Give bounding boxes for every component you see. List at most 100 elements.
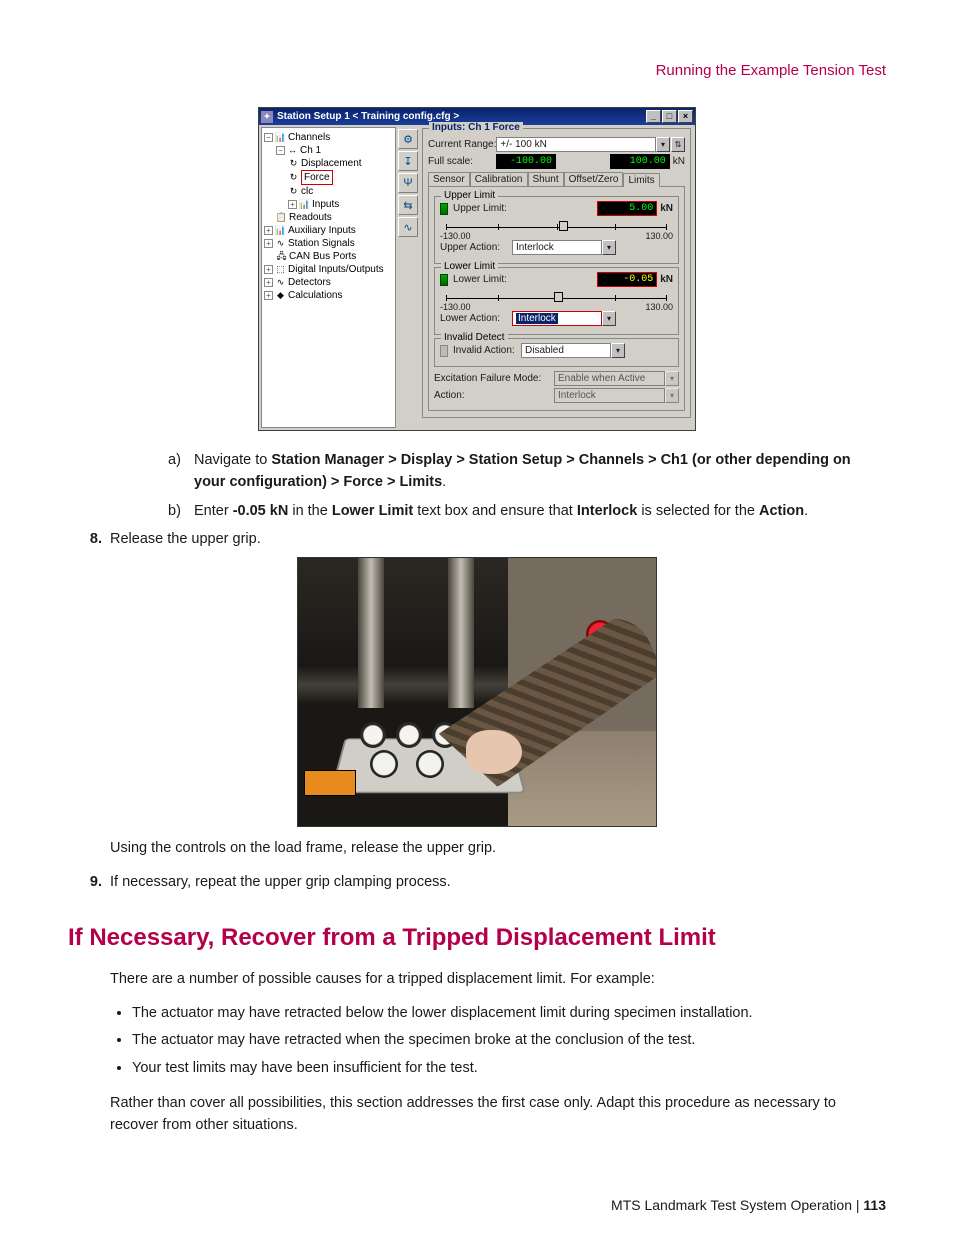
action-value: Interlock — [554, 388, 665, 403]
upper-limit-legend: Upper Limit — [441, 190, 498, 201]
step-8: 8. Release the upper grip. — [110, 528, 886, 550]
tree-stationsignals[interactable]: Station Signals — [288, 237, 355, 250]
range-dropdown-button[interactable]: ▾ — [656, 137, 670, 152]
tabs: Sensor Calibration Shunt Offset/Zero Lim… — [428, 172, 685, 186]
step-8-caption: Using the controls on the load frame, re… — [110, 837, 886, 859]
cause-3: Your test limits may have been insuffici… — [132, 1057, 886, 1080]
expand-icon[interactable]: − — [264, 133, 273, 142]
upper-action-dropdown-button[interactable]: ▾ — [602, 240, 616, 255]
t: Action — [759, 503, 804, 519]
minimize-button[interactable]: _ — [646, 110, 661, 123]
expand-icon[interactable]: + — [264, 278, 273, 287]
expand-icon[interactable]: − — [276, 146, 285, 155]
current-range-field[interactable]: +/- 100 kN — [496, 137, 656, 152]
expand-icon[interactable]: + — [288, 200, 297, 209]
expand-icon[interactable]: + — [264, 291, 273, 300]
tree-digital[interactable]: Digital Inputs/Outputs — [288, 263, 384, 276]
substep-a-text: Navigate to — [194, 452, 271, 468]
invalid-indicator-icon — [440, 345, 448, 357]
invalid-action-label: Invalid Action: — [453, 345, 521, 356]
lower-limit-value[interactable]: -0.05 — [597, 272, 657, 287]
upper-limit-label: Upper Limit: — [453, 203, 521, 214]
upper-limit-slider[interactable]: -130.00 130.00 — [440, 218, 673, 238]
tool-button-2[interactable]: ↧ — [398, 151, 418, 171]
excitation-value: Enable when Active — [554, 371, 665, 386]
tool-button-1[interactable]: ⚙ — [398, 129, 418, 149]
tab-calibration[interactable]: Calibration — [470, 172, 528, 186]
expand-icon[interactable]: + — [264, 226, 273, 235]
lower-limit-unit: kN — [660, 274, 673, 285]
step-8-text: Release the upper grip. — [110, 528, 261, 550]
tree-readouts[interactable]: Readouts — [289, 211, 332, 224]
step-9-text: If necessary, repeat the upper grip clam… — [110, 871, 451, 893]
step-8-number: 8. — [86, 528, 110, 550]
substep-a-suffix: . — [442, 474, 446, 490]
lower-limit-slider[interactable]: -130.00 130.00 — [440, 289, 673, 309]
upper-limit-unit: kN — [660, 203, 673, 214]
fullscale-unit: kN — [673, 156, 685, 167]
lower-action-dropdown-button[interactable]: ▾ — [602, 311, 616, 326]
upper-slider-min: -130.00 — [440, 231, 471, 241]
footer-text: MTS Landmark Test System Operation | — [611, 1197, 863, 1213]
substep-a-marker: a) — [168, 449, 194, 494]
tree-canbus[interactable]: CAN Bus Ports — [289, 250, 356, 263]
action-label: Action: — [434, 390, 554, 401]
lower-slider-max: 130.00 — [645, 302, 673, 312]
page-footer: MTS Landmark Test System Operation | 113 — [68, 1197, 886, 1213]
lower-action-label: Lower Action: — [440, 313, 512, 324]
close-button[interactable]: × — [678, 110, 693, 123]
readouts-icon: 📋 — [276, 212, 287, 223]
tab-offset[interactable]: Offset/Zero — [564, 172, 624, 186]
detectors-icon: ∿ — [275, 277, 286, 288]
t: Enter — [194, 503, 233, 519]
upper-action-select[interactable]: Interlock — [512, 240, 602, 255]
tree-clc[interactable]: clc — [301, 185, 313, 198]
cause-2: The actuator may have retracted when the… — [132, 1029, 886, 1052]
excitation-dropdown-button: ▾ — [665, 371, 679, 386]
t: text box and ensure that — [413, 503, 577, 519]
inputs-icon: 📊 — [299, 199, 310, 210]
tab-shunt[interactable]: Shunt — [528, 172, 564, 186]
lower-limit-label: Lower Limit: — [453, 274, 521, 285]
step-9: 9. If necessary, repeat the upper grip c… — [110, 871, 886, 893]
page-number: 113 — [863, 1197, 886, 1213]
station-setup-window: ✦ Station Setup 1 < Training config.cfg … — [258, 107, 696, 431]
tool-button-3[interactable]: Ψ — [398, 173, 418, 193]
invalid-action-select[interactable]: Disabled — [521, 343, 611, 358]
tree-inputs[interactable]: Inputs — [312, 198, 339, 211]
signal-icon: ↻ — [288, 172, 299, 183]
upper-limit-value[interactable]: 5.00 — [597, 201, 657, 216]
tree-force-selected[interactable]: Force — [301, 170, 333, 185]
tool-button-4[interactable]: ⇆ — [398, 195, 418, 215]
window-title: Station Setup 1 < Training config.cfg > — [277, 111, 459, 122]
range-step-button[interactable]: ⇅ — [671, 137, 685, 152]
maximize-button[interactable]: □ — [662, 110, 677, 123]
tree-calc[interactable]: Calculations — [288, 289, 342, 302]
upper-slider-max: 130.00 — [645, 231, 673, 241]
tree-channels[interactable]: Channels — [288, 131, 330, 144]
t: in the — [288, 503, 332, 519]
tree-ch1[interactable]: Ch 1 — [300, 144, 321, 157]
substep-a: a) Navigate to Station Manager > Display… — [168, 449, 886, 494]
substep-b-marker: b) — [168, 500, 194, 522]
step-9-number: 9. — [86, 871, 110, 893]
section-heading: If Necessary, Recover from a Tripped Dis… — [68, 924, 886, 952]
tree-detectors[interactable]: Detectors — [288, 276, 331, 289]
grip-release-photo — [297, 557, 657, 827]
invalid-action-dropdown-button[interactable]: ▾ — [611, 343, 625, 358]
nav-tree[interactable]: −📊Channels −↔Ch 1 ↻Displacement ↻Force ↻… — [261, 127, 396, 428]
tab-limits[interactable]: Limits — [623, 173, 659, 187]
lower-action-select[interactable]: Interlock — [512, 311, 602, 326]
expand-icon[interactable]: + — [264, 265, 273, 274]
signal-icon: ↻ — [288, 186, 299, 197]
lower-indicator-icon — [440, 274, 448, 286]
substep-b: b) Enter -0.05 kN in the Lower Limit tex… — [168, 500, 886, 522]
panel-legend: Inputs: Ch 1 Force — [429, 122, 523, 133]
tab-sensor[interactable]: Sensor — [428, 172, 470, 186]
current-range-label: Current Range: — [428, 139, 496, 150]
tree-displacement[interactable]: Displacement — [301, 157, 362, 170]
tree-aux[interactable]: Auxiliary Inputs — [288, 224, 356, 237]
tool-button-5[interactable]: ∿ — [398, 217, 418, 237]
aux-icon: 📊 — [275, 225, 286, 236]
expand-icon[interactable]: + — [264, 239, 273, 248]
